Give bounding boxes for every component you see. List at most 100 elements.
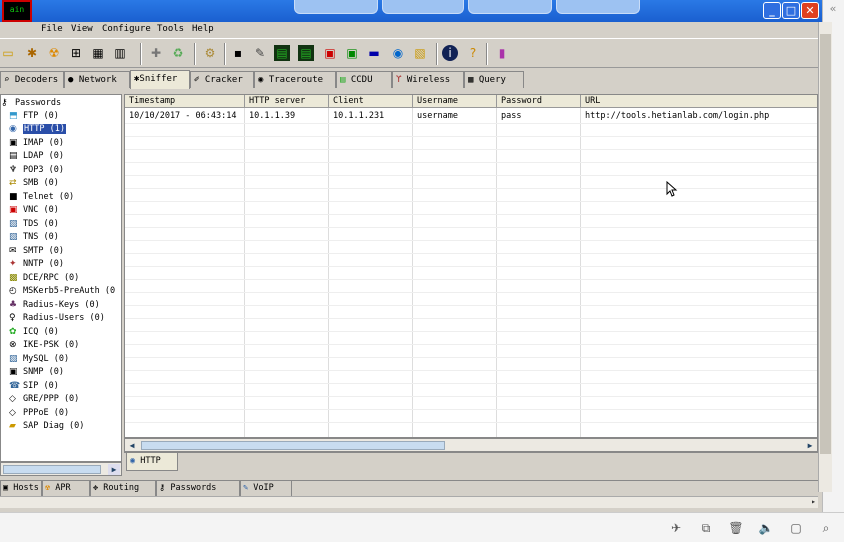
status-scrollbar[interactable]: ▸ <box>0 496 818 508</box>
tree-item-sap-diag[interactable]: ▰ SAP Diag (0) <box>9 420 84 433</box>
help-icon[interactable]: ? <box>465 45 481 61</box>
tree-item-sip[interactable]: ☎ SIP (0) <box>9 380 59 393</box>
tab-hosts[interactable]: ▣ Hosts <box>0 481 42 497</box>
tree-item-ftp[interactable]: ⬒ FTP (0) <box>9 110 59 123</box>
window-vertical-scrollbar[interactable] <box>818 22 832 492</box>
scroll-right-arrow-icon[interactable]: ▶ <box>108 464 120 475</box>
tab-query[interactable]: ▦ Query <box>464 71 524 88</box>
column-header-http-server[interactable]: HTTP server <box>245 95 329 108</box>
tree-item-telnet[interactable]: ■ Telnet (0) <box>9 191 74 204</box>
window-icon[interactable]: ▢ <box>788 520 804 536</box>
tab-voip[interactable]: ✎ VoIP <box>240 481 292 497</box>
tree-item-smb[interactable]: ⇄ SMB (0) <box>9 177 59 190</box>
tab-sniffer[interactable]: ✱Sniffer <box>130 70 190 89</box>
tree-item-tns[interactable]: ▧ TNS (0) <box>9 231 59 244</box>
telnet-icon: ■ <box>9 192 18 202</box>
tab-cracker[interactable]: ✐ Cracker <box>190 71 254 88</box>
grid-horizontal-scrollbar[interactable]: ◀ ▶ <box>124 438 818 452</box>
settings-icon[interactable]: ⚙ <box>202 45 218 61</box>
tree-item-pop3[interactable]: ♆ POP3 (0) <box>9 164 64 177</box>
menu-file[interactable]: File <box>41 24 63 34</box>
tree-item-pppoe[interactable]: ◇ PPPoE (0) <box>9 407 69 420</box>
tree-root-passwords[interactable]: ⚷ Passwords <box>1 97 61 110</box>
column-header-password[interactable]: Password <box>497 95 581 108</box>
menu-help[interactable]: Help <box>192 24 214 34</box>
exit-icon[interactable]: ▮ <box>494 45 510 61</box>
scroll-thumb[interactable] <box>3 465 101 474</box>
start-apr-icon[interactable]: ☢ <box>46 45 62 61</box>
tree-item-imap[interactable]: ▣ IMAP (0) <box>9 137 64 150</box>
report-icon[interactable]: ▤ <box>298 45 314 61</box>
scroll-right-arrow-icon[interactable]: ▶ <box>804 440 816 451</box>
network-icon[interactable]: ⊞ <box>68 45 84 61</box>
copy-icon[interactable]: ⧉ <box>698 520 714 536</box>
http-icon: ◉ <box>130 456 136 466</box>
tab-decoders[interactable]: ⌕ Decoders <box>0 71 64 88</box>
tab-wireless[interactable]: ϒ Wireless <box>392 71 464 88</box>
tab-ccdu[interactable]: ▤ CCDU <box>336 71 392 88</box>
grid-column-line <box>328 108 329 437</box>
tree-item-tds[interactable]: ▧ TDS (0) <box>9 218 59 231</box>
tree-item-nntp[interactable]: ✦ NNTP (0) <box>9 258 64 271</box>
globe-icon[interactable]: ◉ <box>390 45 406 61</box>
app-icon[interactable]: ain <box>2 0 32 22</box>
decoders-icon[interactable]: ▪ <box>230 45 246 61</box>
column-header-timestamp[interactable]: Timestamp <box>125 95 245 108</box>
scroll-right-arrow-icon[interactable]: ▸ <box>811 497 816 506</box>
protocol-icon[interactable]: ▣ <box>344 45 360 61</box>
collapse-icon[interactable]: « <box>823 2 843 15</box>
tree-item-gre-ppp[interactable]: ◇ GRE/PPP (0) <box>9 393 79 406</box>
column-header-url[interactable]: URL <box>581 95 817 108</box>
subtab-http[interactable]: ◉ HTTP <box>126 453 178 471</box>
column-header-username[interactable]: Username <box>413 95 497 108</box>
tree-item-vnc[interactable]: ▣ VNC (0) <box>9 204 59 217</box>
ccdu-icon[interactable]: ▤ <box>274 45 290 61</box>
tab-network[interactable]: ● Network <box>64 71 130 88</box>
tab-passwords[interactable]: ⚷ Passwords <box>156 481 240 497</box>
info-icon[interactable]: i <box>442 45 458 61</box>
add-icon[interactable]: ✚ <box>148 45 164 61</box>
menu-tools[interactable]: Tools <box>157 24 184 34</box>
tree-item-snmp[interactable]: ▣ SNMP (0) <box>9 366 64 379</box>
scroll-thumb[interactable] <box>820 34 831 454</box>
column-header-client[interactable]: Client <box>329 95 413 108</box>
tree-item-http[interactable]: ◉ HTTP (1) <box>9 123 66 136</box>
grid-row-line <box>125 383 817 384</box>
tab-routing[interactable]: ✥ Routing <box>90 481 156 497</box>
key-icon: ⚷ <box>1 98 8 108</box>
tree-item-mysql[interactable]: ▧ MySQL (0) <box>9 353 69 366</box>
hash-icon[interactable]: ▣ <box>322 45 338 61</box>
edit-icon[interactable]: ✎ <box>252 45 268 61</box>
tree-item-ldap[interactable]: ▤ LDAP (0) <box>9 150 64 163</box>
menu-configure[interactable]: Configure <box>102 24 151 34</box>
trash-icon[interactable]: 🗑 <box>728 520 744 536</box>
tree-item-ike-psk[interactable]: ⊗ IKE-PSK (0) <box>9 339 79 352</box>
tree-horizontal-scrollbar[interactable]: ▶ <box>0 462 122 476</box>
tree-item-radius-users[interactable]: ♀ Radius-Users (0) <box>9 312 105 325</box>
menu-view[interactable]: View <box>71 24 93 34</box>
tab-traceroute[interactable]: ◉ Traceroute <box>254 71 336 88</box>
tree-item-dcerpc[interactable]: ▩ DCE/RPC (0) <box>9 272 79 285</box>
tree-item-smtp[interactable]: ✉ SMTP (0) <box>9 245 64 258</box>
tab-apr[interactable]: ☢ APR <box>42 481 90 497</box>
calc-icon[interactable]: ▧ <box>412 45 428 61</box>
passwords-tree[interactable]: ⚷ Passwords ⬒ FTP (0) ◉ HTTP (1) ▣ IMAP (0) … <box>0 94 122 462</box>
maximize-button[interactable]: □ <box>782 2 800 19</box>
hex-icon[interactable]: ▦ <box>90 45 106 61</box>
tree-item-icq[interactable]: ✿ ICQ (0) <box>9 326 59 339</box>
scroll-thumb[interactable] <box>141 441 445 450</box>
remove-icon[interactable]: ♻ <box>170 45 186 61</box>
start-sniffer-icon[interactable]: ✱ <box>24 45 40 61</box>
close-button[interactable]: ✕ <box>801 2 819 19</box>
scroll-left-arrow-icon[interactable]: ◀ <box>126 440 138 451</box>
voip-icon[interactable]: ▬ <box>366 45 382 61</box>
tree-item-radius-keys[interactable]: ♣ Radius-Keys (0) <box>9 299 100 312</box>
open-icon[interactable]: ▭ <box>0 45 16 61</box>
grid-icon[interactable]: ▥ <box>112 45 128 61</box>
ldap-icon: ▤ <box>9 151 18 161</box>
pin-icon[interactable]: ✈ <box>668 520 684 536</box>
search-icon[interactable]: ⌕ <box>818 520 834 536</box>
tree-item-mskerb5[interactable]: ◴ MSKerb5-PreAuth (0 <box>9 285 115 298</box>
minimize-button[interactable]: _ <box>763 2 781 19</box>
volume-icon[interactable]: 🔈 <box>758 520 774 536</box>
